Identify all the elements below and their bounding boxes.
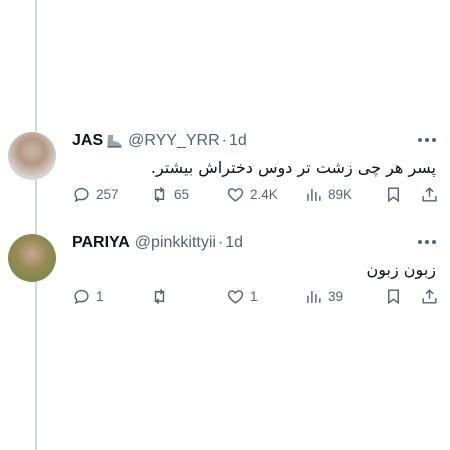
user-handle[interactable]: @RYY_YRR (128, 132, 220, 150)
more-horizontal-icon[interactable] (418, 138, 436, 142)
share-button[interactable] (420, 284, 439, 308)
analytics-bars-icon (307, 188, 321, 201)
reply-button[interactable]: 257 (72, 182, 119, 206)
share-icon (422, 186, 437, 202)
reply-bubble-icon (74, 187, 89, 202)
display-name[interactable]: JAS (72, 132, 103, 150)
bookmark-icon (388, 186, 399, 202)
bookmark-icon (388, 288, 399, 304)
tweet[interactable]: PARIYA @pinkkittyii · 1d زبون زبون 1 1 3… (0, 226, 450, 316)
share-button[interactable] (420, 182, 439, 206)
display-name[interactable]: PARIYA (72, 234, 130, 252)
action-bar: 257 65 2.4K 89K (72, 182, 440, 206)
retweet-button[interactable]: 65 (150, 182, 189, 206)
timestamp[interactable]: 1d (229, 132, 247, 150)
tweet[interactable]: JAS @RYY_YRR · 1d پسر هر چی زشت تر دوس د… (0, 124, 450, 214)
like-button[interactable]: 1 (226, 284, 258, 308)
views-button[interactable]: 89K (304, 182, 352, 206)
user-handle[interactable]: @pinkkittyii (135, 234, 216, 252)
share-icon (422, 288, 437, 304)
retweet-button[interactable] (150, 284, 174, 308)
analytics-bars-icon (307, 290, 321, 303)
retweet-count: 65 (174, 186, 190, 202)
avatar[interactable] (8, 132, 56, 180)
tweet-header: JAS @RYY_YRR · 1d (72, 130, 247, 152)
separator-dot: · (221, 132, 227, 149)
views-count: 89K (328, 186, 353, 202)
bookmark-button[interactable] (384, 284, 403, 308)
separator-dot: · (217, 234, 224, 251)
timestamp[interactable]: 1d (225, 234, 243, 252)
views-button[interactable]: 39 (304, 284, 343, 308)
boot-emoji-icon (105, 134, 123, 148)
reply-count: 257 (96, 186, 119, 202)
heart-icon (227, 187, 244, 202)
like-button[interactable]: 2.4K (226, 182, 278, 206)
retweet-icon (154, 288, 165, 304)
reply-bubble-icon (74, 289, 89, 304)
bookmark-button[interactable] (384, 182, 403, 206)
views-count: 39 (328, 288, 344, 304)
tweet-header: PARIYA @pinkkittyii · 1d (72, 232, 243, 254)
action-bar: 1 1 39 (72, 284, 440, 308)
heart-icon (227, 289, 244, 304)
avatar[interactable] (8, 234, 56, 282)
tweet-text: زبون زبون (366, 260, 436, 279)
like-count: 1 (250, 288, 258, 304)
like-count: 2.4K (250, 186, 278, 202)
reply-count: 1 (96, 288, 104, 304)
tweet-text: پسر هر چی زشت تر دوس دختراش بیشتر. (150, 158, 436, 177)
thread-connector-line (35, 0, 37, 450)
retweet-icon (154, 186, 165, 202)
reply-button[interactable]: 1 (72, 284, 104, 308)
more-horizontal-icon[interactable] (418, 240, 436, 244)
